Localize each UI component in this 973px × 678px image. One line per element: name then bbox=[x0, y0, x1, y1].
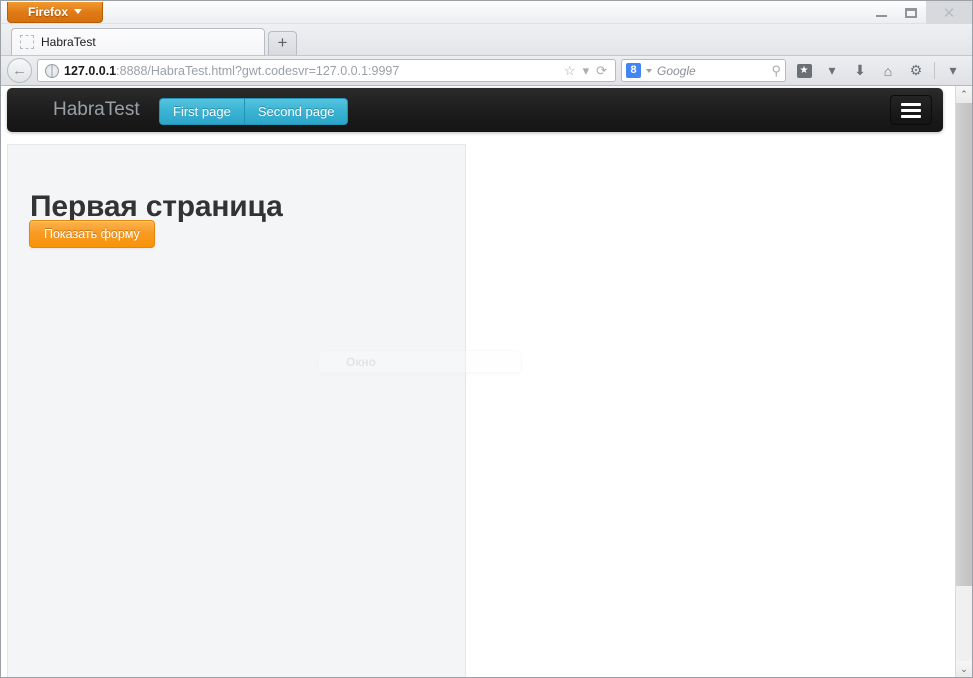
chevron-down-icon[interactable]: ▾ bbox=[583, 64, 590, 77]
scroll-down-button[interactable]: ⌄ bbox=[956, 661, 972, 678]
maximize-button[interactable] bbox=[896, 1, 926, 24]
title-bar: Firefox ✕ bbox=[1, 1, 972, 24]
site-nav-button-group: First page Second page bbox=[159, 98, 348, 125]
chevron-down-icon[interactable] bbox=[646, 69, 652, 73]
search-placeholder: Google bbox=[657, 64, 771, 78]
content-container: Первая страница Показать форму bbox=[7, 144, 466, 678]
chevron-down-icon bbox=[74, 9, 82, 14]
show-form-button[interactable]: Показать форму bbox=[29, 220, 155, 248]
url-text: 127.0.0.1:8888/HabraTest.html?gwt.codesv… bbox=[64, 64, 560, 78]
url-path: :8888/HabraTest.html?gwt.codesvr=127.0.0… bbox=[116, 64, 399, 78]
close-icon: ✕ bbox=[943, 4, 956, 22]
toolbar-separator bbox=[934, 62, 935, 79]
vertical-scrollbar[interactable]: ⌃ ⌄ bbox=[955, 86, 972, 678]
scroll-up-button[interactable]: ⌃ bbox=[956, 86, 972, 103]
modal-window[interactable]: Окно bbox=[318, 350, 522, 374]
new-tab-button[interactable]: + bbox=[268, 31, 297, 55]
downloads-button[interactable]: ⬇ bbox=[847, 58, 873, 83]
maximize-icon bbox=[905, 8, 917, 18]
arrow-left-icon: ← bbox=[12, 62, 27, 79]
overflow-menu-button[interactable]: ▾ bbox=[940, 58, 966, 83]
hamburger-menu-icon[interactable] bbox=[890, 95, 932, 125]
page-viewport: HabraTest First page Second page Первая … bbox=[1, 86, 972, 678]
web-page: HabraTest First page Second page Первая … bbox=[1, 86, 949, 678]
site-brand[interactable]: HabraTest bbox=[53, 97, 140, 123]
hamburger-bar bbox=[901, 103, 921, 106]
toolbar-icons: ★ ▾ ⬇ ⌂ ⚙ ▾ bbox=[791, 58, 966, 83]
window-controls: ✕ bbox=[866, 1, 972, 24]
bookmarks-button[interactable]: ★ bbox=[791, 58, 817, 83]
page-title: Первая страница bbox=[30, 190, 283, 224]
tab-habratest[interactable]: HabraTest bbox=[11, 28, 265, 55]
url-bar-icons: ☆ ▾ ⟳ bbox=[560, 64, 611, 77]
nav-button-first-page[interactable]: First page bbox=[159, 98, 245, 125]
url-host: 127.0.0.1 bbox=[64, 64, 116, 78]
minimize-icon bbox=[876, 15, 887, 17]
search-icon[interactable]: ⚲ bbox=[771, 64, 781, 77]
site-navbar: HabraTest First page Second page bbox=[7, 88, 943, 132]
modal-header: Окно bbox=[319, 351, 521, 373]
hamburger-bar bbox=[901, 115, 921, 118]
search-bar[interactable]: 8 Google ⚲ bbox=[621, 59, 786, 82]
nav-button-second-page[interactable]: Second page bbox=[245, 98, 349, 125]
firefox-menu-label: Firefox bbox=[28, 5, 68, 19]
close-button[interactable]: ✕ bbox=[926, 1, 972, 24]
scrollbar-thumb[interactable] bbox=[956, 103, 972, 586]
google-logo-icon: 8 bbox=[626, 63, 641, 78]
globe-icon bbox=[45, 64, 59, 78]
back-button[interactable]: ← bbox=[7, 58, 32, 83]
minimize-button[interactable] bbox=[866, 1, 896, 24]
scrollbar-track[interactable] bbox=[956, 103, 972, 661]
bookmark-star-icon[interactable]: ☆ bbox=[564, 64, 576, 77]
modal-title: Окно bbox=[346, 355, 376, 369]
tab-title: HabraTest bbox=[41, 35, 96, 49]
hamburger-bar bbox=[901, 109, 921, 112]
favicon-placeholder-icon bbox=[20, 35, 34, 49]
browser-toolbar: ← 127.0.0.1:8888/HabraTest.html?gwt.code… bbox=[1, 55, 972, 86]
firefox-menu-button[interactable]: Firefox bbox=[7, 2, 103, 23]
url-bar[interactable]: 127.0.0.1:8888/HabraTest.html?gwt.codesv… bbox=[37, 59, 616, 82]
browser-window: Firefox ✕ HabraTest + ← 127.0.0.1:8 bbox=[0, 0, 973, 678]
addon-button[interactable]: ⚙ bbox=[903, 58, 929, 83]
bookmarks-dropdown[interactable]: ▾ bbox=[819, 58, 845, 83]
bookmark-icon: ★ bbox=[797, 64, 812, 78]
reload-icon[interactable]: ⟳ bbox=[596, 64, 607, 77]
home-button[interactable]: ⌂ bbox=[875, 58, 901, 83]
tab-strip: HabraTest + bbox=[1, 24, 972, 55]
